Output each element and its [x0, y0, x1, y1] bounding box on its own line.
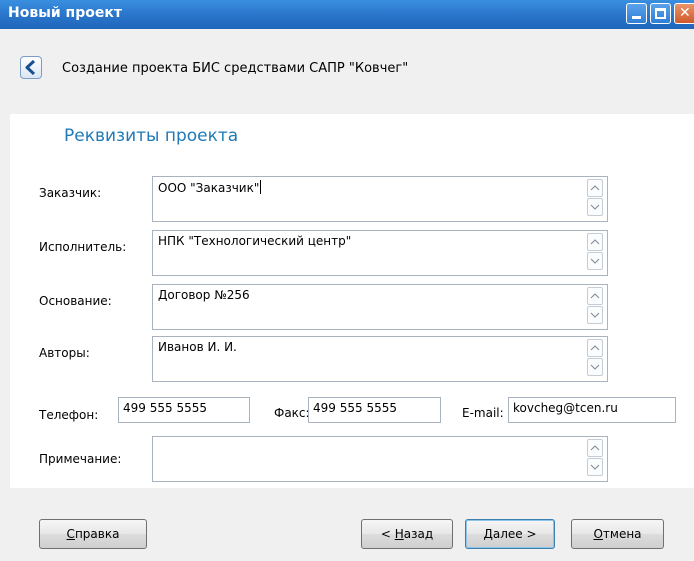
help-button-label: Справка: [66, 527, 120, 541]
fax-value: 499 555 5555: [313, 401, 397, 415]
form-panel: Реквизиты проекта Заказчик: ООО "Заказчи…: [10, 114, 694, 488]
scroll-up-button[interactable]: [587, 439, 603, 457]
note-scrollbar[interactable]: [587, 439, 603, 476]
executor-value: НПК "Технологический центр": [158, 234, 352, 248]
next-button[interactable]: Далее >: [465, 519, 555, 549]
chevron-left-icon: [25, 60, 36, 75]
chevron-down-icon: [590, 364, 600, 370]
basis-scrollbar[interactable]: [587, 287, 603, 324]
fax-label: Факс:: [274, 406, 310, 420]
section-title: Реквизиты проекта: [64, 126, 239, 146]
minimize-icon: [632, 16, 641, 19]
chevron-down-icon: [590, 464, 600, 470]
back-button-label: Назад: [394, 527, 434, 541]
chevron-up-icon: [590, 445, 600, 451]
authors-scrollbar[interactable]: [587, 339, 603, 376]
basis-field[interactable]: Договор №256: [152, 284, 608, 330]
phone-field[interactable]: 499 555 5555: [118, 397, 250, 423]
next-button-suffix: >: [522, 527, 537, 541]
maximize-icon: [655, 8, 666, 19]
scroll-down-button[interactable]: [587, 198, 603, 216]
executor-field[interactable]: НПК "Технологический центр": [152, 230, 608, 276]
scroll-up-button[interactable]: [587, 233, 603, 251]
maximize-button[interactable]: [650, 3, 671, 24]
phone-value: 499 555 5555: [123, 401, 207, 415]
email-field[interactable]: kovcheg@tcen.ru: [508, 397, 676, 423]
email-value: kovcheg@tcen.ru: [513, 401, 618, 415]
text-caret: [260, 180, 262, 194]
close-icon: ✕: [679, 5, 691, 21]
fax-field[interactable]: 499 555 5555: [308, 397, 441, 423]
scroll-up-button[interactable]: [587, 339, 603, 357]
authors-value: Иванов И. И.: [158, 340, 237, 354]
basis-value: Договор №256: [158, 288, 250, 302]
header-back-button[interactable]: [20, 56, 42, 79]
note-label: Примечание:: [39, 452, 122, 466]
wizard-subtitle: Создание проекта БИС средствами САПР "Ко…: [62, 61, 409, 76]
scroll-down-button[interactable]: [587, 306, 603, 324]
scroll-up-button[interactable]: [587, 179, 603, 197]
executor-label: Исполнитель:: [39, 240, 127, 254]
wizard-header: Создание проекта БИС средствами САПР "Ко…: [0, 29, 694, 114]
cancel-button-label: Отмена: [593, 527, 642, 541]
scroll-down-button[interactable]: [587, 458, 603, 476]
cancel-button[interactable]: Отмена: [571, 519, 664, 549]
customer-value: ООО "Заказчик": [158, 181, 260, 195]
back-button-prefix: <: [380, 527, 395, 541]
note-field[interactable]: [152, 436, 608, 482]
scroll-up-button[interactable]: [587, 287, 603, 305]
basis-label: Основание:: [39, 294, 112, 308]
scroll-down-button[interactable]: [587, 358, 603, 376]
chevron-down-icon: [590, 204, 600, 210]
chevron-up-icon: [590, 293, 600, 299]
chevron-down-icon: [590, 312, 600, 318]
phone-label: Телефон:: [39, 408, 99, 422]
help-button[interactable]: Справка: [39, 519, 147, 549]
close-button[interactable]: ✕: [674, 3, 694, 24]
customer-label: Заказчик:: [39, 186, 102, 200]
title-bar: Новый проект ✕: [0, 0, 694, 29]
executor-scrollbar[interactable]: [587, 233, 603, 270]
customer-scrollbar[interactable]: [587, 179, 603, 216]
window-title: Новый проект: [8, 5, 122, 21]
authors-field[interactable]: Иванов И. И.: [152, 336, 608, 382]
scroll-down-button[interactable]: [587, 252, 603, 270]
chevron-up-icon: [590, 185, 600, 191]
minimize-button[interactable]: [626, 3, 647, 24]
chevron-up-icon: [590, 239, 600, 245]
next-button-label: Далее: [483, 527, 523, 541]
customer-field[interactable]: ООО "Заказчик": [152, 176, 608, 222]
chevron-up-icon: [590, 345, 600, 351]
back-button[interactable]: < Назад: [361, 519, 453, 549]
authors-label: Авторы:: [39, 346, 90, 360]
email-label: E-mail:: [462, 406, 504, 420]
chevron-down-icon: [590, 258, 600, 264]
